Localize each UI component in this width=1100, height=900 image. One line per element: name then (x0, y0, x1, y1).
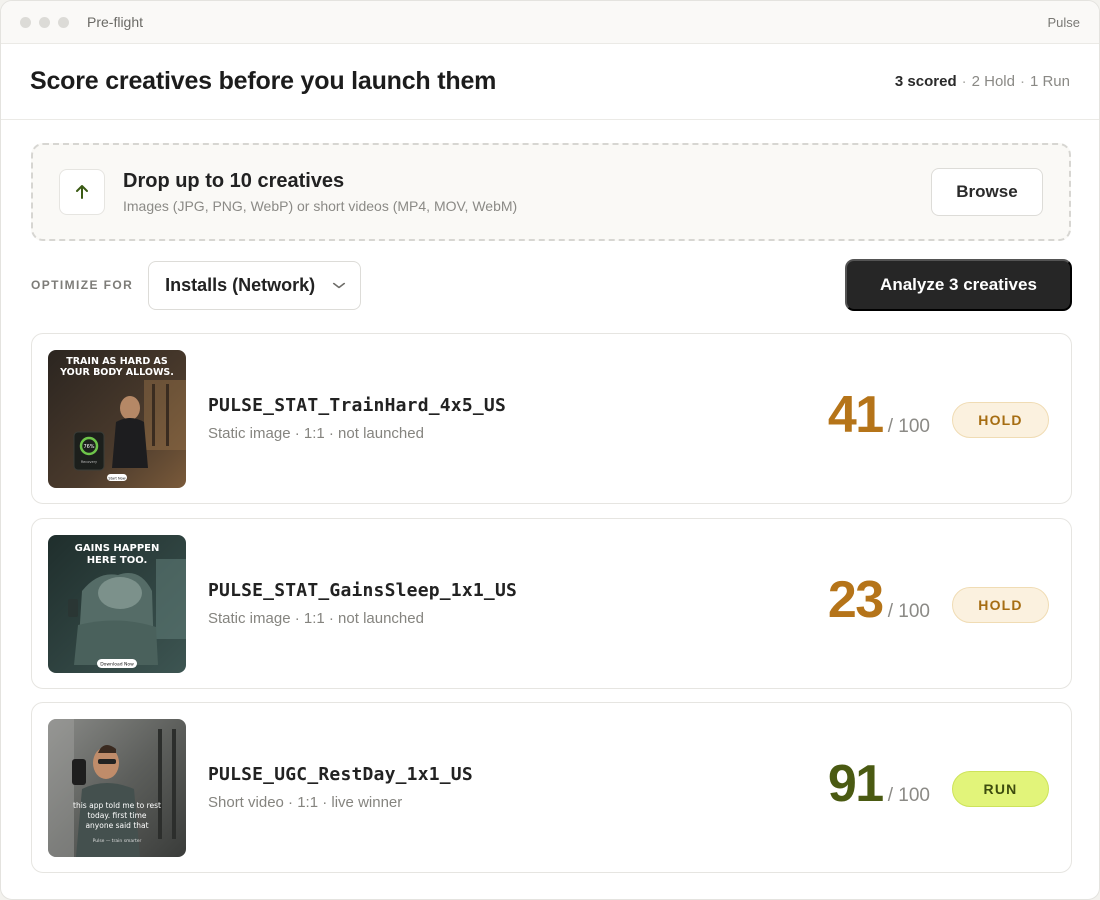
thumb-ring-value: 76% (83, 444, 94, 450)
app-window: Pre-flight Pulse Score creatives before … (0, 0, 1100, 900)
creative-name: PULSE_UGC_RestDay_1x1_US (208, 764, 473, 785)
thumb-ring-label: Recovery (81, 460, 97, 464)
creative-subtitle: Short video · 1:1 · live winner (208, 794, 403, 811)
creative-meta: PULSE_UGC_RestDay_1x1_US Short video · 1… (208, 764, 473, 811)
verdict-badge: RUN (952, 771, 1049, 807)
browse-button[interactable]: Browse (931, 168, 1043, 216)
thumb-cta: Start Now (108, 477, 125, 481)
creative-thumbnail: 76% Recovery TRAIN AS HARD AS YOUR BODY … (48, 350, 186, 488)
window-title: Pre-flight (87, 14, 144, 30)
upload-title: Drop up to 10 creatives (123, 170, 345, 192)
creative-score: 23 / 100 (828, 574, 930, 626)
thumb-caption-line: this app told me to rest (73, 801, 161, 810)
creative-card[interactable]: GAINS HAPPEN HERE TOO. Download Now PULS… (31, 518, 1072, 689)
thumb-headline-line: HERE TOO. (87, 555, 148, 566)
thumb-caption-line: anyone said that (85, 821, 148, 830)
creative-thumbnail: this app told me to rest today. first ti… (48, 719, 186, 857)
thumb-headline-line: TRAIN AS HARD AS (66, 356, 168, 367)
close-window-button[interactable] (20, 16, 31, 28)
creative-card[interactable]: this app told me to rest today. first ti… (31, 702, 1072, 873)
arrow-up-icon-glyph (76, 185, 88, 199)
creative-name: PULSE_STAT_GainsSleep_1x1_US (208, 580, 518, 601)
thumbnail-art: 76% Recovery TRAIN AS HARD AS YOUR BODY … (48, 350, 186, 488)
thumbnail-art: GAINS HAPPEN HERE TOO. Download Now (48, 535, 186, 673)
selected-goal: Installs (Network) (165, 274, 316, 295)
upload-dropzone[interactable]: Drop up to 10 creatives Images (JPG, PNG… (31, 143, 1071, 241)
creative-card[interactable]: 76% Recovery TRAIN AS HARD AS YOUR BODY … (31, 333, 1072, 504)
score-max: / 100 (887, 416, 930, 437)
thumbnail-art: this app told me to rest today. first ti… (48, 719, 186, 857)
score-summary: 3 scored · 2 Hold · 1 Run (895, 73, 1070, 90)
window-controls (20, 16, 69, 28)
minimize-window-button[interactable] (39, 16, 50, 28)
optimize-goal-select[interactable]: Installs (Network) (148, 260, 362, 310)
verdict-badge: HOLD (952, 402, 1049, 438)
analyze-button[interactable]: Analyze 3 creatives (845, 259, 1072, 311)
creative-subtitle: Static image · 1:1 · not launched (208, 425, 424, 442)
creative-meta: PULSE_STAT_GainsSleep_1x1_US Static imag… (208, 580, 517, 627)
maximize-window-button[interactable] (58, 16, 69, 28)
summary-scored: 3 scored (894, 73, 957, 90)
score-max: / 100 (887, 601, 930, 622)
controls-row: OPTIMIZE FOR Installs (Network) Analyze … (31, 259, 1072, 311)
page-header: Score creatives before you launch them 3… (1, 44, 1099, 120)
score-value: 41 (827, 386, 884, 444)
summary-separator: · (961, 73, 967, 90)
arrow-up-icon[interactable] (59, 169, 105, 215)
thumb-headline-line: YOUR BODY ALLOWS. (59, 367, 174, 378)
summary-separator: · (1019, 73, 1025, 90)
thumb-headline-line: GAINS HAPPEN (75, 543, 160, 554)
summary-hold: 2 Hold (971, 73, 1015, 90)
creative-name: PULSE_STAT_TrainHard_4x5_US (208, 395, 506, 416)
upload-subtitle: Images (JPG, PNG, WebP) or short videos … (123, 198, 518, 214)
thumb-caption-line: today. first time (87, 811, 146, 820)
creative-thumbnail: GAINS HAPPEN HERE TOO. Download Now (48, 535, 186, 673)
score-value: 23 (827, 571, 884, 629)
thumb-cta: Pulse — train smarter (93, 838, 142, 844)
creative-score: 41 / 100 (828, 389, 930, 441)
summary-run: 1 Run (1029, 73, 1070, 90)
app-name: Pulse (1047, 14, 1080, 30)
upload-text: Drop up to 10 creatives Images (JPG, PNG… (123, 170, 517, 214)
verdict-badge: HOLD (952, 587, 1049, 623)
score-max: / 100 (887, 785, 930, 806)
title-bar: Pre-flight Pulse (1, 1, 1099, 44)
optimize-for-label: OPTIMIZE FOR (31, 278, 134, 292)
creative-score: 91 / 100 (828, 758, 930, 810)
thumb-cta: Download Now (100, 662, 134, 668)
chevron-down-icon (333, 278, 346, 292)
page-title: Score creatives before you launch them (30, 67, 497, 95)
score-value: 91 (827, 755, 884, 813)
chevron-down-glyph (333, 282, 346, 289)
creative-subtitle: Static image · 1:1 · not launched (208, 610, 424, 627)
creative-meta: PULSE_STAT_TrainHard_4x5_US Static image… (208, 395, 506, 442)
